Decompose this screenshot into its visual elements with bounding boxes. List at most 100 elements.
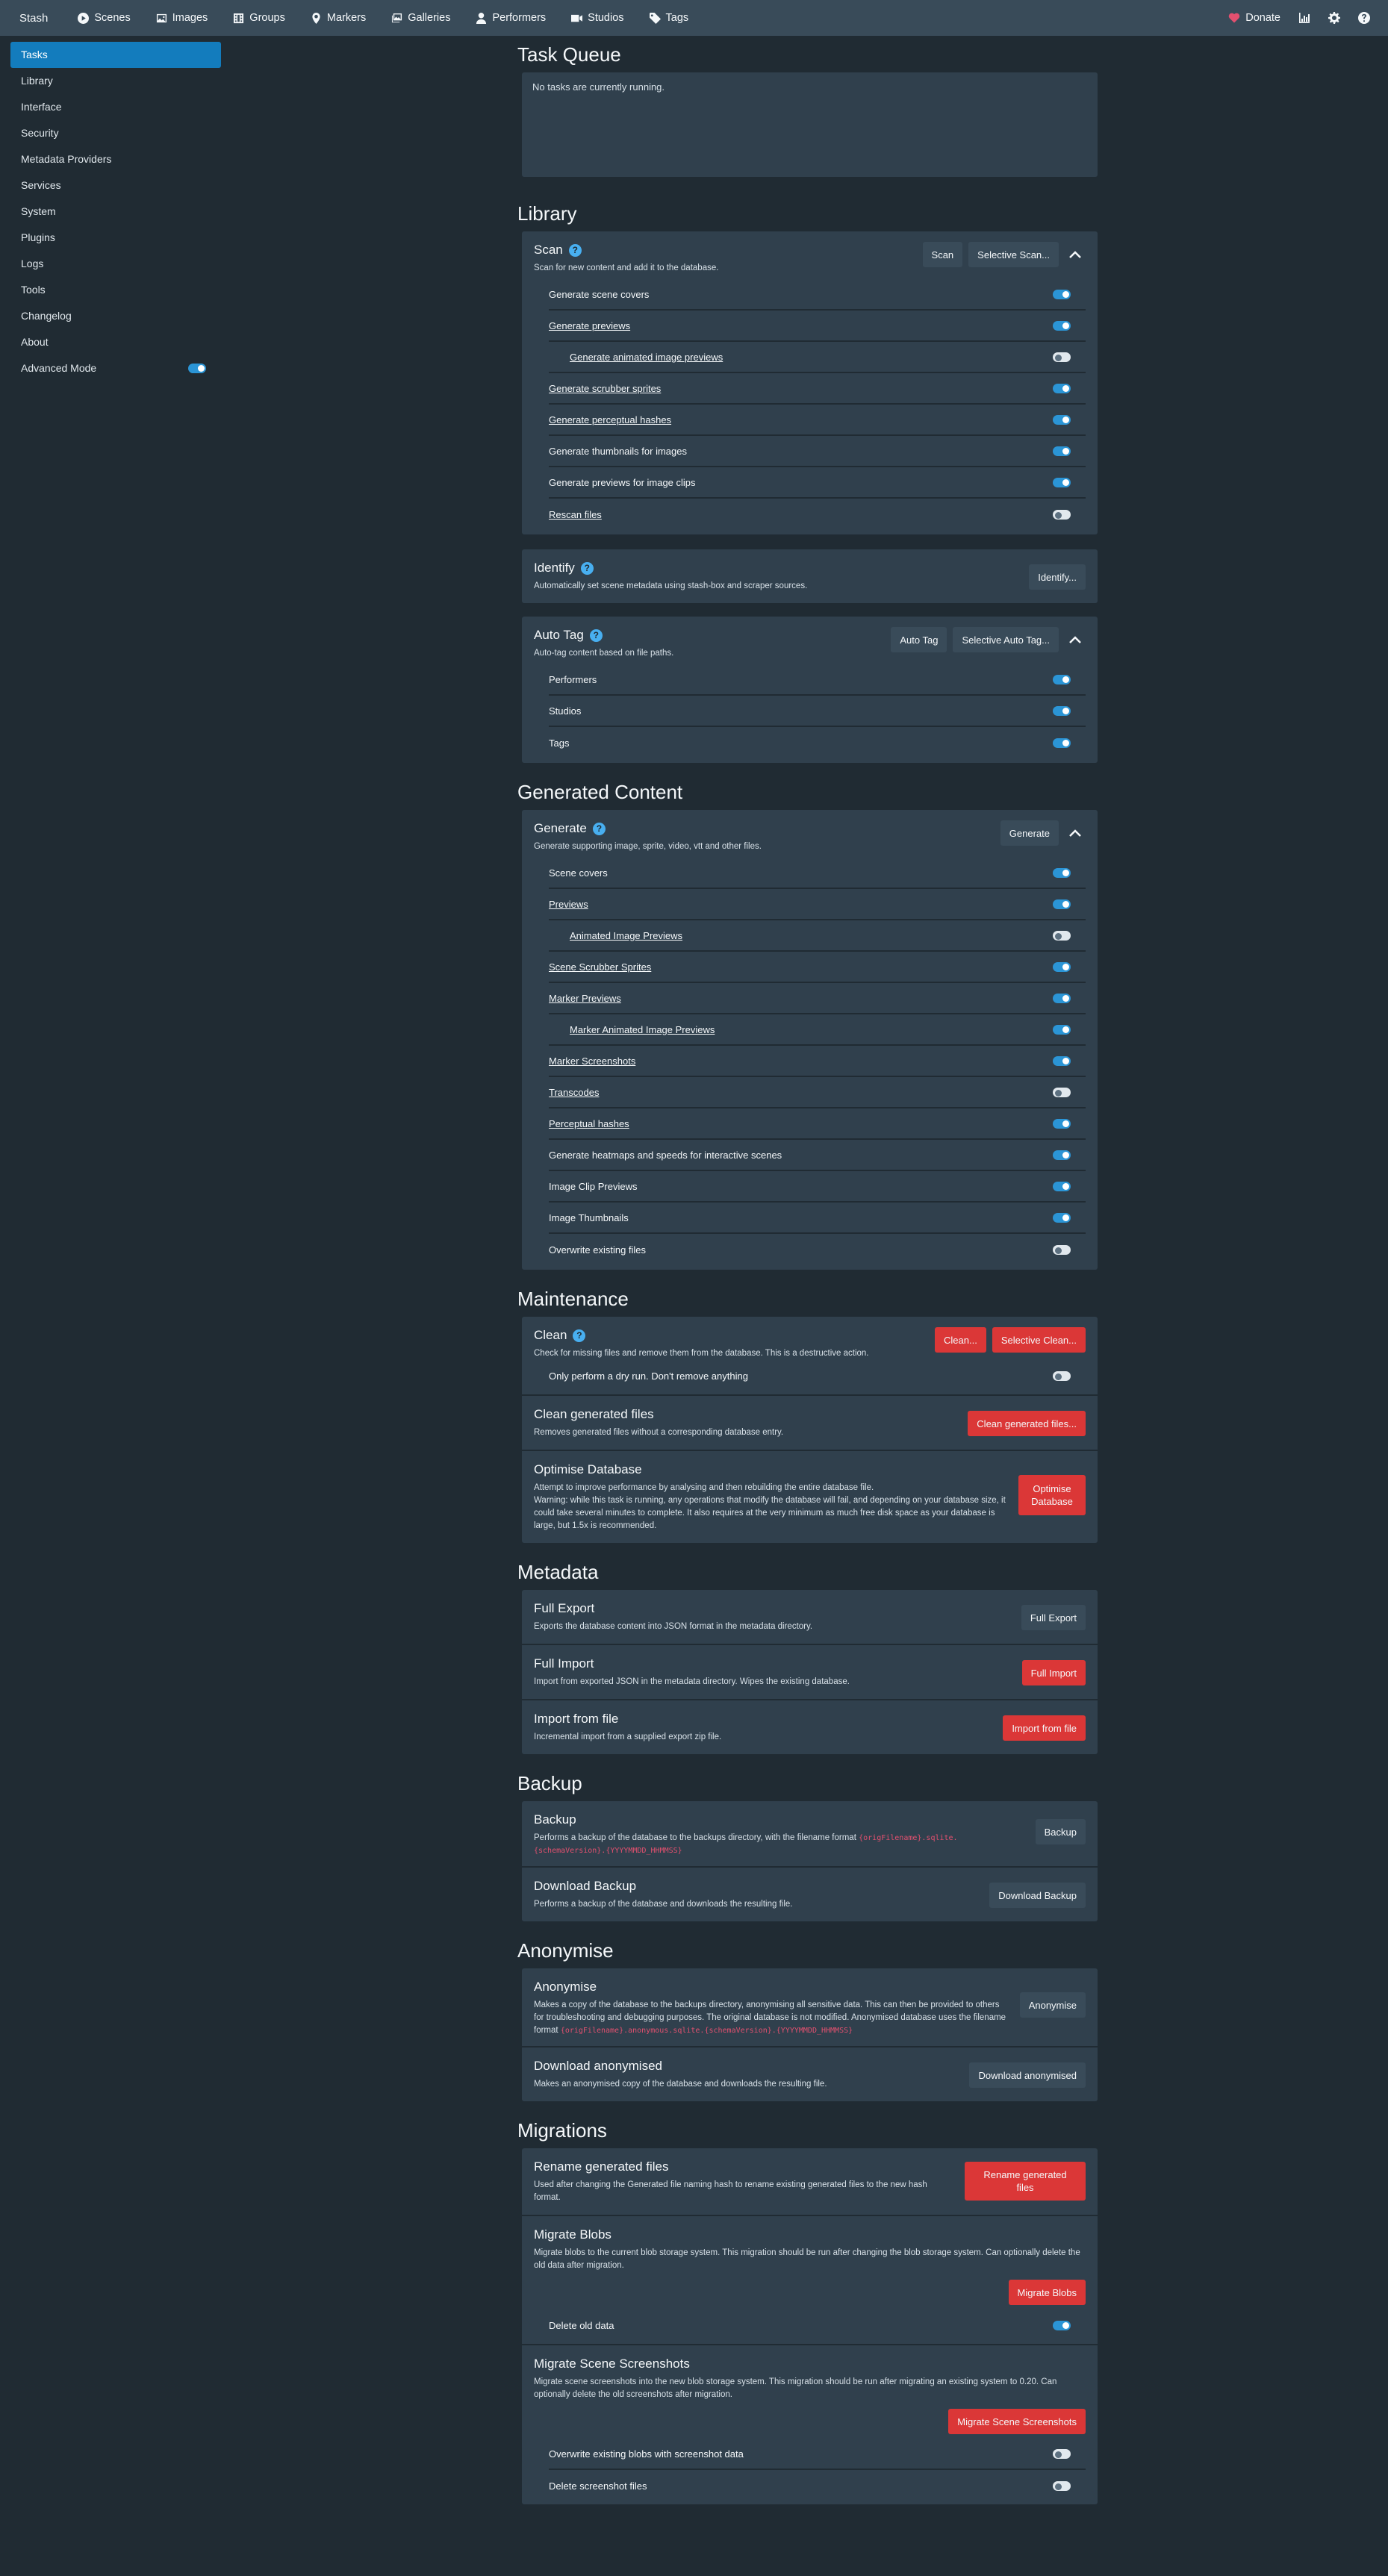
delete-old-data-switch[interactable]	[1053, 2320, 1071, 2330]
option-switch[interactable]	[1053, 383, 1071, 393]
help-icon[interactable]: ?	[568, 243, 582, 257]
overwrite-blobs-switch[interactable]	[1053, 2448, 1071, 2459]
nav-performers[interactable]: Performers	[476, 12, 546, 24]
sidebar-item-security[interactable]: Security	[10, 120, 221, 146]
sidebar-item-logs[interactable]: Logs	[10, 251, 221, 277]
option-row: Generate previews for image clips	[549, 467, 1086, 499]
chart-icon	[1299, 13, 1310, 23]
sidebar-item-about[interactable]: About	[10, 329, 221, 355]
sidebar-item-library[interactable]: Library	[10, 68, 221, 94]
migrate-blobs-button[interactable]: Migrate Blobs	[1008, 2280, 1086, 2305]
import-file-desc: Incremental import from a supplied expor…	[534, 1733, 722, 1741]
selective-autotag-button[interactable]: Selective Auto Tag...	[953, 627, 1059, 652]
option-switch[interactable]	[1053, 961, 1071, 972]
option-switch[interactable]	[1053, 930, 1071, 941]
advanced-mode-toggle-row[interactable]: Advanced Mode	[10, 355, 221, 381]
full-export-button[interactable]: Full Export	[1021, 1605, 1086, 1630]
help-button[interactable]	[1358, 12, 1370, 24]
option-switch[interactable]	[1053, 1150, 1071, 1160]
nav-markers[interactable]: Markers	[311, 12, 366, 24]
play-circle-icon	[78, 12, 90, 24]
option-switch[interactable]	[1053, 320, 1071, 331]
selective-scan-button[interactable]: Selective Scan...	[968, 242, 1059, 267]
option-switch[interactable]	[1053, 705, 1071, 716]
help-icon[interactable]: ?	[589, 629, 603, 642]
rename-title: Rename generated files	[534, 2159, 669, 2174]
option-switch[interactable]	[1053, 477, 1071, 487]
rename-generated-button[interactable]: Rename generated files	[965, 2162, 1086, 2201]
sidebar-item-system[interactable]: System	[10, 199, 221, 225]
option-switch[interactable]	[1053, 289, 1071, 299]
sidebar-item-tools[interactable]: Tools	[10, 277, 221, 303]
chevron-up-icon[interactable]	[1065, 244, 1086, 265]
donate-button[interactable]: Donate	[1228, 12, 1280, 24]
tasks-main: Task Queue No tasks are currently runnin…	[517, 42, 1098, 2504]
import-file-button[interactable]: Import from file	[1003, 1715, 1086, 1741]
nav-galleries[interactable]: Galleries	[391, 12, 450, 24]
sidebar-item-changelog[interactable]: Changelog	[10, 303, 221, 329]
option-switch[interactable]	[1053, 352, 1071, 362]
help-icon[interactable]: ?	[573, 1329, 586, 1342]
autotag-button[interactable]: Auto Tag	[891, 627, 947, 652]
nav-tags[interactable]: Tags	[649, 12, 688, 24]
sidebar-item-metadata-providers[interactable]: Metadata Providers	[10, 146, 221, 172]
option-switch[interactable]	[1053, 1244, 1071, 1255]
delete-screenshots-switch[interactable]	[1053, 2480, 1071, 2491]
selective-clean-button[interactable]: Selective Clean...	[992, 1327, 1086, 1353]
clean-generated-button[interactable]: Clean generated files...	[968, 1411, 1086, 1436]
clean-button[interactable]: Clean...	[935, 1327, 986, 1353]
sidebar-item-tasks[interactable]: Tasks	[10, 42, 221, 68]
settings-button[interactable]	[1328, 12, 1340, 24]
option-switch[interactable]	[1053, 414, 1071, 425]
chevron-up-icon[interactable]	[1065, 629, 1086, 650]
identify-button[interactable]: Identify...	[1029, 564, 1086, 590]
option-switch[interactable]	[1053, 899, 1071, 909]
option-switch[interactable]	[1053, 867, 1071, 878]
download-backup-button[interactable]: Download Backup	[989, 1883, 1086, 1908]
help-icon[interactable]: ?	[580, 561, 594, 575]
option-switch[interactable]	[1053, 509, 1071, 520]
scan-button[interactable]: Scan	[922, 242, 963, 267]
brand-link[interactable]: Stash	[19, 12, 48, 25]
sidebar-item-plugins[interactable]: Plugins	[10, 225, 221, 251]
nav-images[interactable]: Images	[156, 12, 208, 24]
full-import-button[interactable]: Full Import	[1021, 1660, 1086, 1685]
dry-run-switch[interactable]	[1053, 1370, 1071, 1381]
option-switch[interactable]	[1053, 1181, 1071, 1191]
optimise-button[interactable]: Optimise Database	[1018, 1475, 1086, 1515]
anonymise-button[interactable]: Anonymise	[1019, 1992, 1086, 2018]
option-row: Overwrite existing files	[549, 1234, 1086, 1265]
option-switch[interactable]	[1053, 1212, 1071, 1223]
generated-title: Generated Content	[517, 781, 683, 803]
option-switch[interactable]	[1053, 737, 1071, 748]
nav-scenes[interactable]: Scenes	[78, 12, 131, 24]
sidebar-item-services[interactable]: Services	[10, 172, 221, 199]
option-switch[interactable]	[1053, 1087, 1071, 1097]
full-export-title: Full Export	[534, 1601, 595, 1615]
backup-button[interactable]: Backup	[1035, 1819, 1086, 1844]
option-switch[interactable]	[1053, 674, 1071, 684]
option-switch[interactable]	[1053, 446, 1071, 456]
scan-title: Scan	[534, 243, 563, 257]
advanced-mode-switch[interactable]	[188, 364, 206, 373]
chevron-up-icon[interactable]	[1065, 823, 1086, 843]
nav-groups[interactable]: Groups	[233, 12, 285, 24]
nav-studios[interactable]: Studios	[571, 12, 624, 24]
option-switch[interactable]	[1053, 1055, 1071, 1066]
migrate-screenshots-button[interactable]: Migrate Scene Screenshots	[948, 2409, 1086, 2434]
sidebar-item-interface[interactable]: Interface	[10, 94, 221, 120]
nav-right: Donate	[1228, 12, 1378, 24]
option-switch[interactable]	[1053, 993, 1071, 1003]
help-icon[interactable]: ?	[592, 822, 606, 835]
task-queue-card: No tasks are currently running.	[522, 72, 1098, 177]
nav-label: Studios	[588, 12, 624, 24]
option-label: Marker Animated Image Previews	[570, 1023, 715, 1035]
option-switch[interactable]	[1053, 1118, 1071, 1129]
task-queue-empty: No tasks are currently running.	[532, 81, 665, 93]
download-anonymised-button[interactable]: Download anonymised	[969, 2062, 1086, 2088]
generate-button[interactable]: Generate	[1000, 820, 1059, 846]
option-label: Animated Image Previews	[570, 929, 683, 941]
option-label: Generate heatmaps and speeds for interac…	[549, 1149, 782, 1161]
option-switch[interactable]	[1053, 1024, 1071, 1035]
stats-button[interactable]	[1298, 12, 1310, 24]
